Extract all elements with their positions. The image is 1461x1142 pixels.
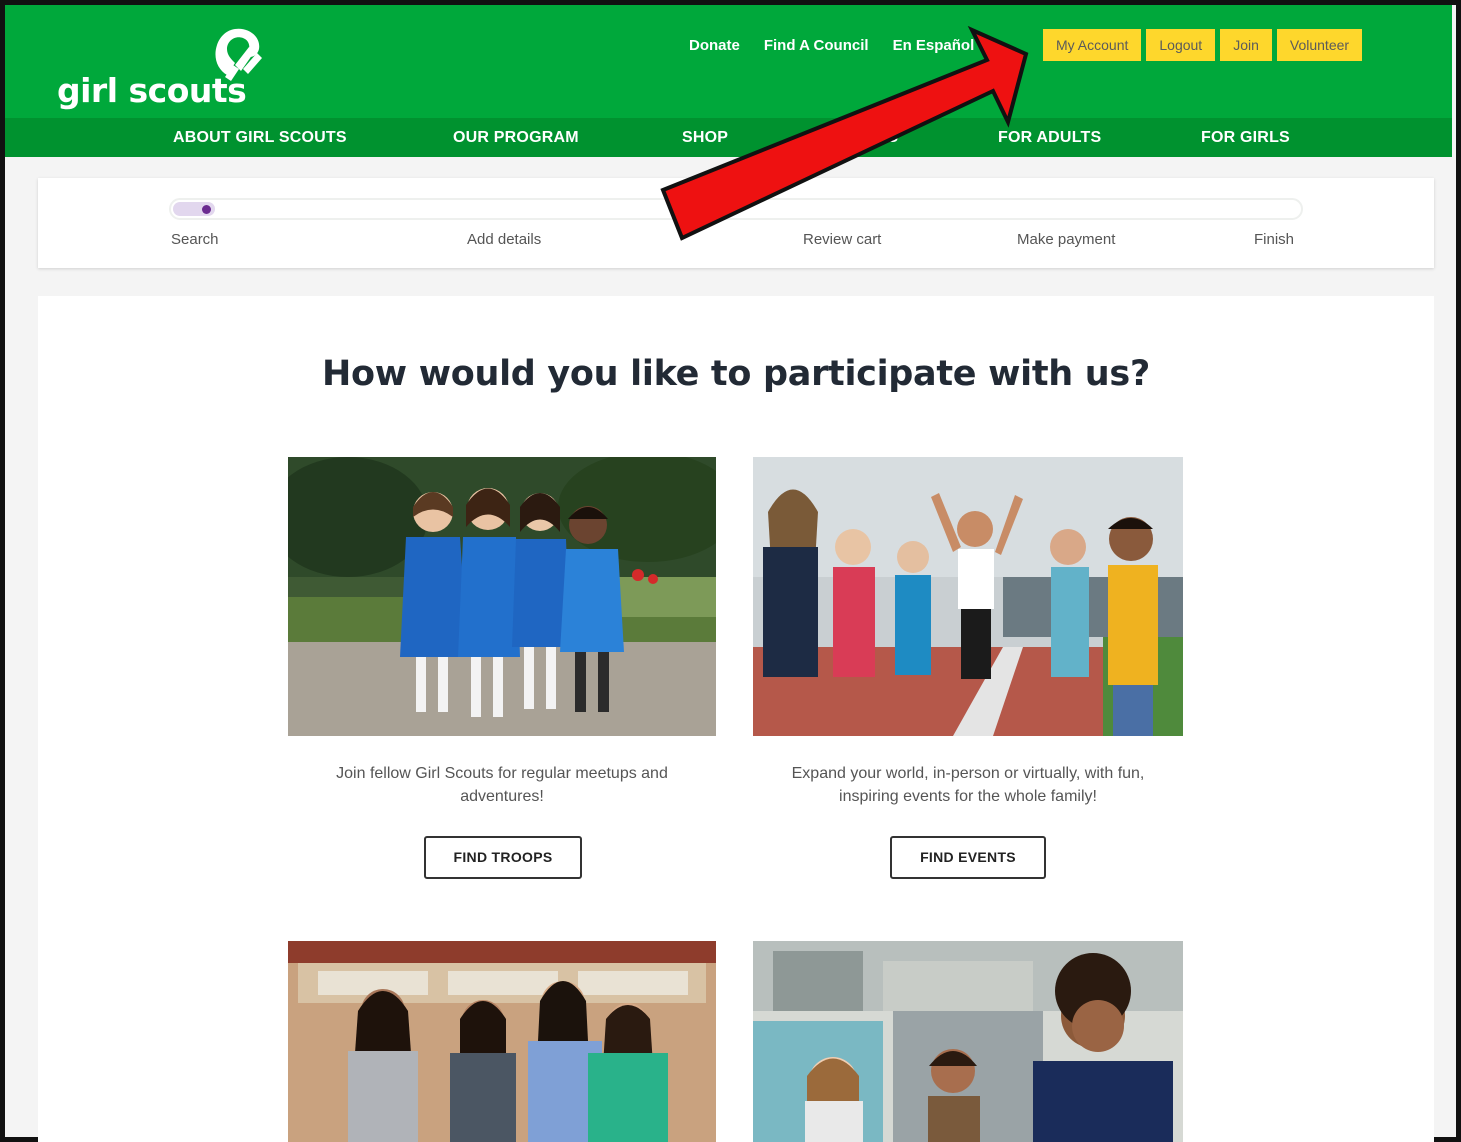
events-description: Expand your world, in-person or virtuall… [791,765,1145,805]
step-finish: Finish [1254,231,1295,248]
checkout-progress: Search Add details Review cart Make paym… [38,178,1434,268]
donate-link[interactable]: Donate [689,37,740,54]
account-buttons: My Account Logout Join Volunteer [1043,29,1363,61]
main-nav: ABOUT GIRL SCOUTS OUR PROGRAM SHOP EVENT… [5,118,1452,157]
nav-events[interactable]: EVENTS [833,129,898,147]
progress-current-dot [202,205,211,214]
troops-description: Join fellow Girl Scouts for regular meet… [336,765,668,805]
nav-for-adults[interactable]: FOR ADULTS [998,129,1101,147]
my-account-button[interactable]: My Account [1043,29,1142,61]
step-search: Search [171,231,219,248]
step-make-payment: Make payment [1017,231,1116,248]
find-a-council-link[interactable]: Find A Council [764,37,869,54]
utility-links: Donate Find A Council En Español [689,37,974,54]
volunteer-photo-icon [753,941,1183,1142]
progress-track [169,198,1303,220]
girl-scouts-logo[interactable]: girl scouts [57,25,277,115]
site-header: girl scouts Donate Find A Council En Esp… [5,5,1452,118]
en-espanol-link[interactable]: En Español [893,37,975,54]
troop-photo-icon [288,457,716,736]
teens-photo-icon [288,941,716,1142]
step-add-details: Add details [467,231,542,248]
trefoil-icon [215,28,262,81]
find-events-button[interactable]: FIND EVENTS [890,836,1046,879]
nav-our-program[interactable]: OUR PROGRAM [453,129,579,147]
find-troops-button[interactable]: FIND TROOPS [424,836,582,879]
page-title: How would you like to participate with u… [322,354,1150,394]
step-review-cart: Review cart [803,231,882,248]
join-button[interactable]: Join [1220,29,1272,61]
events-photo-icon [753,457,1183,736]
nav-shop[interactable]: SHOP [682,129,728,147]
participation-options: How would you like to participate with u… [38,296,1434,1142]
nav-for-girls[interactable]: FOR GIRLS [1201,129,1290,147]
nav-about-girl-scouts[interactable]: ABOUT GIRL SCOUTS [173,129,347,147]
logout-button[interactable]: Logout [1146,29,1216,61]
volunteer-button[interactable]: Volunteer [1276,29,1363,61]
